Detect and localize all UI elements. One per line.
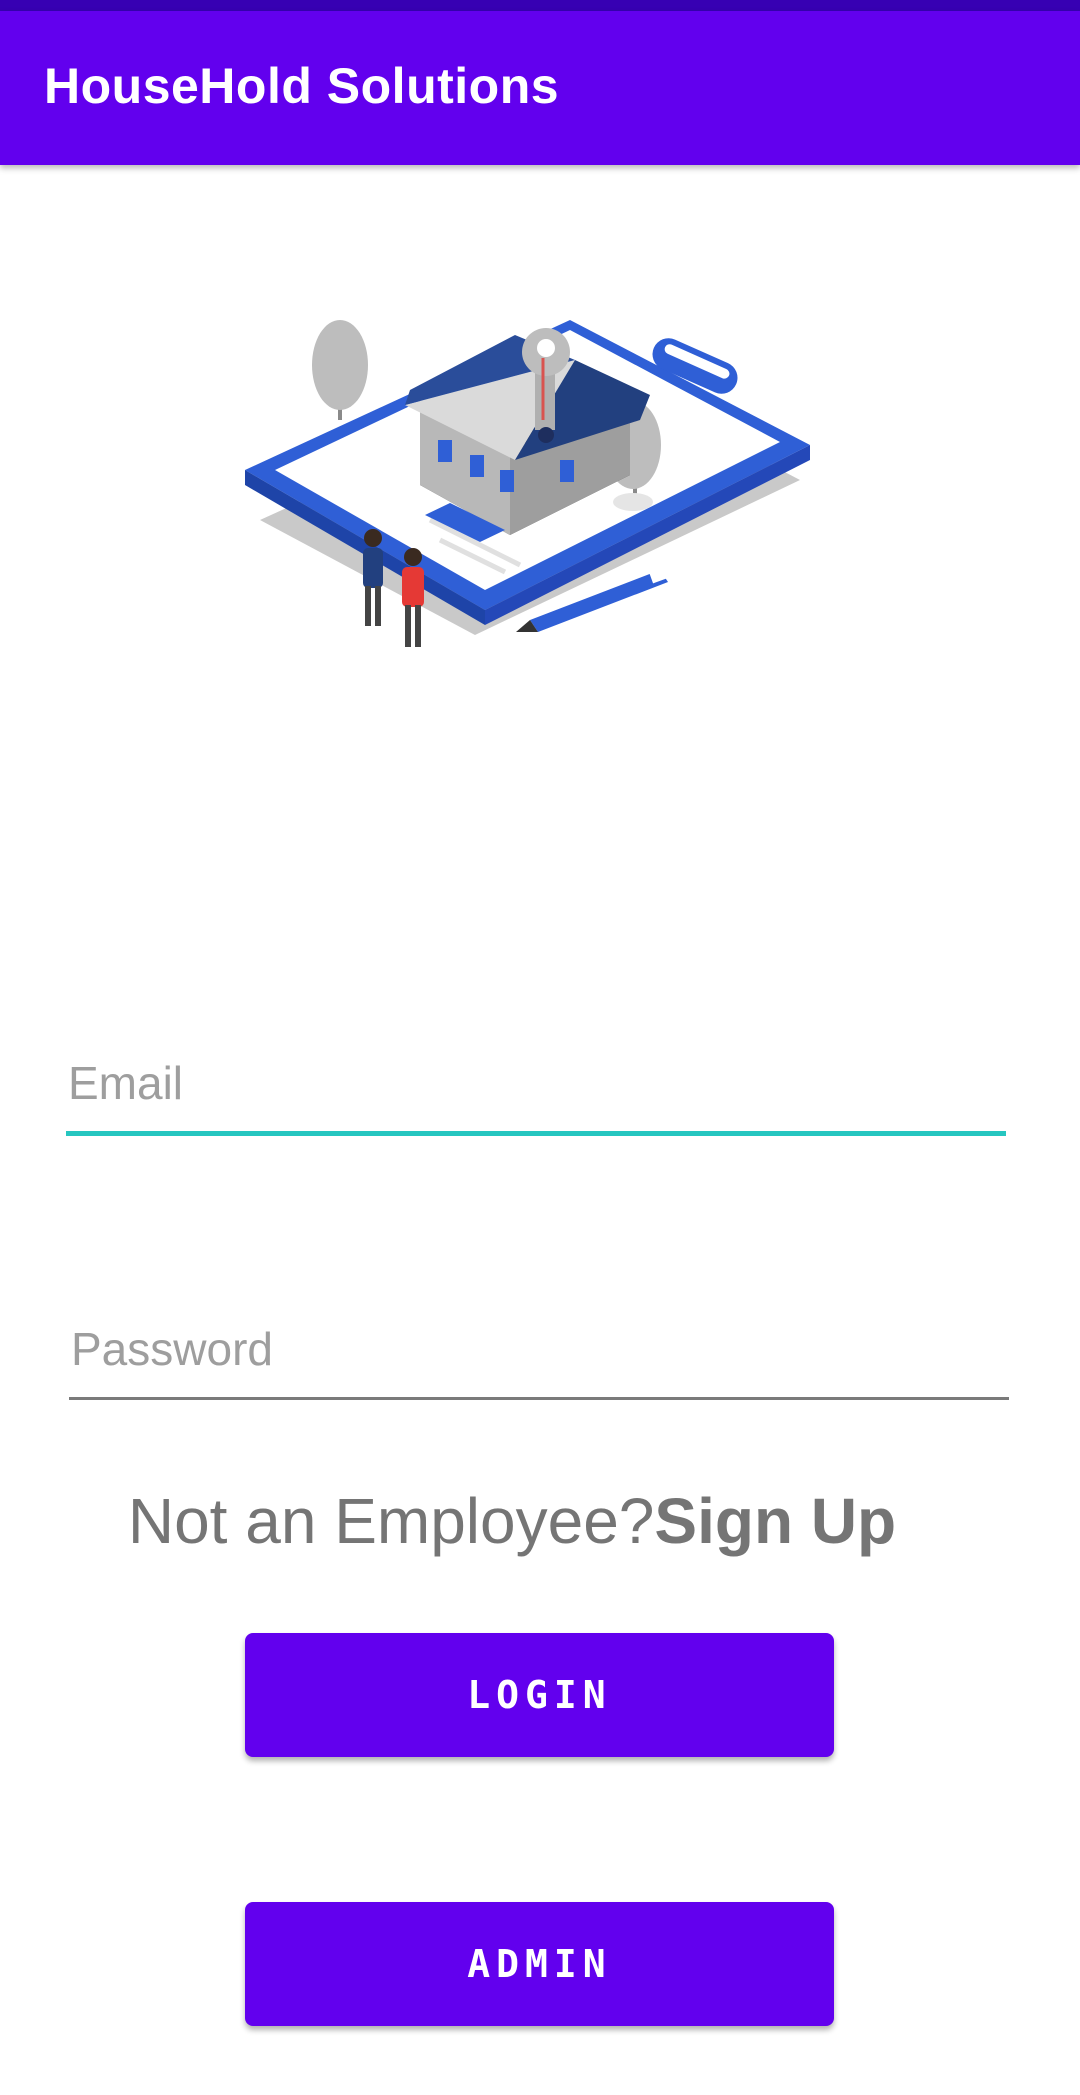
password-underline: [69, 1397, 1009, 1400]
person-icon-left: [363, 529, 383, 626]
email-underline: [66, 1131, 1006, 1136]
admin-button[interactable]: ADMIN: [245, 1902, 834, 2026]
login-button[interactable]: LOGIN: [245, 1633, 834, 1757]
house-illustration: [245, 320, 810, 647]
email-field[interactable]: [66, 1030, 1006, 1136]
signup-prompt: Not an Employee?Sign Up: [0, 1484, 1080, 1558]
email-input[interactable]: [66, 1030, 1006, 1136]
signup-prompt-text: Not an Employee?: [127, 1485, 655, 1557]
signup-link[interactable]: Sign Up: [654, 1485, 896, 1557]
password-input[interactable]: [69, 1298, 1009, 1400]
status-bar: [0, 0, 1080, 11]
password-field[interactable]: [69, 1298, 1009, 1400]
app-title: HouseHold Solutions: [44, 58, 560, 114]
app-bar: HouseHold Solutions: [0, 11, 1080, 165]
tree-icon-left: [312, 320, 368, 420]
